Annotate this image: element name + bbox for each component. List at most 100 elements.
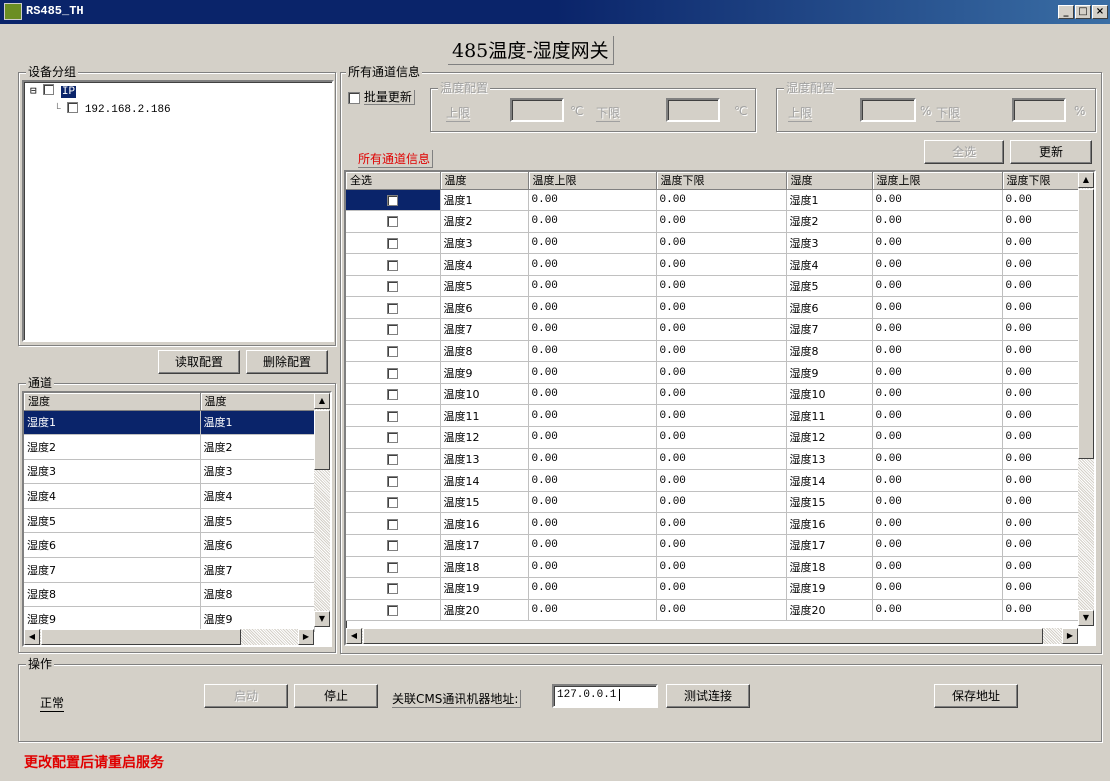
list-item[interactable]: 湿度6 温度6 <box>24 532 315 559</box>
humid-lower-cell[interactable]: 0.00 <box>1002 253 1079 276</box>
temp-upper-cell[interactable]: 0.00 <box>528 210 657 233</box>
col-header-humid[interactable]: 湿度 <box>786 172 873 190</box>
row-checkbox[interactable] <box>387 389 399 401</box>
temp-upper-cell[interactable]: 0.00 <box>528 534 657 557</box>
humid-name-cell[interactable]: 湿度5 <box>786 275 873 298</box>
row-checkbox[interactable] <box>387 475 399 487</box>
humid-upper-cell[interactable]: 0.00 <box>872 210 1003 233</box>
humid-upper-cell[interactable]: 0.00 <box>872 599 1003 622</box>
humid-name-cell[interactable]: 湿度4 <box>786 253 873 276</box>
temp-upper-cell[interactable]: 0.00 <box>528 448 657 471</box>
list-item[interactable]: 湿度4 温度4 <box>24 483 315 509</box>
cms-address-input[interactable]: 127.0.0.1 <box>552 684 658 708</box>
table-row[interactable]: 温度10 0.00 0.00 湿度10 0.00 0.00 <box>346 383 1079 406</box>
humid-lower-cell[interactable]: 0.00 <box>1002 318 1079 341</box>
humid-upper-cell[interactable]: 0.00 <box>872 577 1003 600</box>
row-select-cell[interactable] <box>346 512 441 535</box>
temp-upper-input[interactable] <box>510 98 564 122</box>
channel-humidity-cell[interactable]: 湿度3 <box>24 459 201 485</box>
humid-upper-cell[interactable]: 0.00 <box>872 512 1003 535</box>
humid-lower-cell[interactable]: 0.00 <box>1002 577 1079 600</box>
temp-upper-cell[interactable]: 0.00 <box>528 556 657 579</box>
humid-upper-cell[interactable]: 0.00 <box>872 275 1003 298</box>
table-row[interactable]: 温度9 0.00 0.00 湿度9 0.00 0.00 <box>346 361 1079 384</box>
humid-lower-cell[interactable]: 0.00 <box>1002 340 1079 363</box>
humid-lower-cell[interactable]: 0.00 <box>1002 599 1079 622</box>
scroll-left-icon[interactable]: ◀ <box>24 629 40 645</box>
temp-upper-cell[interactable]: 0.00 <box>528 383 657 406</box>
humid-name-cell[interactable]: 湿度18 <box>786 556 873 579</box>
row-select-cell[interactable] <box>346 426 441 449</box>
channel-temperature-cell[interactable]: 温度5 <box>200 508 315 534</box>
humid-upper-cell[interactable]: 0.00 <box>872 189 1003 212</box>
humid-name-cell[interactable]: 湿度6 <box>786 296 873 320</box>
temp-upper-cell[interactable]: 0.00 <box>528 275 657 298</box>
humid-name-cell[interactable]: 湿度15 <box>786 491 873 514</box>
start-button[interactable]: 启动 <box>204 684 288 708</box>
temp-lower-cell[interactable]: 0.00 <box>656 383 787 406</box>
humid-name-cell[interactable]: 湿度14 <box>786 469 873 492</box>
temp-lower-input[interactable] <box>666 98 720 122</box>
col-header-humid-lower[interactable]: 湿度下限 <box>1002 172 1079 190</box>
temp-name-cell[interactable]: 温度19 <box>440 577 529 600</box>
humid-name-cell[interactable]: 湿度12 <box>786 426 873 449</box>
save-address-button[interactable]: 保存地址 <box>934 684 1018 708</box>
table-row[interactable]: 温度18 0.00 0.00 湿度18 0.00 0.00 <box>346 556 1079 579</box>
channel-vscroll[interactable]: ▲ ▼ <box>314 393 330 627</box>
temp-upper-cell[interactable]: 0.00 <box>528 469 657 492</box>
humid-name-cell[interactable]: 湿度17 <box>786 534 873 557</box>
row-select-cell[interactable] <box>346 340 441 363</box>
row-checkbox[interactable] <box>387 540 399 552</box>
humid-lower-cell[interactable]: 0.00 <box>1002 448 1079 471</box>
temp-upper-cell[interactable]: 0.00 <box>528 232 657 255</box>
read-config-button[interactable]: 读取配置 <box>158 350 240 374</box>
row-checkbox[interactable] <box>387 324 399 336</box>
temp-name-cell[interactable]: 温度6 <box>440 296 529 320</box>
humid-name-cell[interactable]: 湿度8 <box>786 340 873 363</box>
temp-upper-cell[interactable]: 0.00 <box>528 512 657 535</box>
channel-header-temperature[interactable]: 温度 <box>200 393 315 411</box>
temp-lower-cell[interactable]: 0.00 <box>656 404 787 428</box>
channel-humidity-cell[interactable]: 湿度5 <box>24 508 201 534</box>
row-checkbox[interactable] <box>387 605 399 617</box>
row-select-cell[interactable] <box>346 210 441 233</box>
row-select-cell[interactable] <box>346 383 441 406</box>
humid-lower-cell[interactable]: 0.00 <box>1002 361 1079 384</box>
row-checkbox[interactable] <box>387 367 399 379</box>
table-row[interactable]: 温度20 0.00 0.00 湿度20 0.00 0.00 <box>346 599 1079 622</box>
humid-lower-input[interactable] <box>1012 98 1066 122</box>
row-checkbox[interactable] <box>387 281 399 293</box>
table-row[interactable]: 温度3 0.00 0.00 湿度3 0.00 0.00 <box>346 232 1079 255</box>
table-row[interactable]: 温度8 0.00 0.00 湿度8 0.00 0.00 <box>346 340 1079 363</box>
row-select-cell[interactable] <box>346 469 441 492</box>
row-checkbox[interactable] <box>387 259 399 271</box>
col-header-temp-lower[interactable]: 温度下限 <box>656 172 787 190</box>
humid-upper-cell[interactable]: 0.00 <box>872 361 1003 384</box>
table-row[interactable]: 温度17 0.00 0.00 湿度17 0.00 0.00 <box>346 534 1079 557</box>
row-select-cell[interactable] <box>346 599 441 622</box>
row-select-cell[interactable] <box>346 189 441 212</box>
row-checkbox[interactable] <box>387 345 399 357</box>
row-select-cell[interactable] <box>346 534 441 557</box>
scroll-right-icon[interactable]: ▶ <box>298 629 314 645</box>
temp-lower-cell[interactable]: 0.00 <box>656 599 787 622</box>
test-connection-button[interactable]: 测试连接 <box>666 684 750 708</box>
scroll-down-icon[interactable]: ▼ <box>1078 610 1094 626</box>
table-row[interactable]: 温度14 0.00 0.00 湿度14 0.00 0.00 <box>346 469 1079 492</box>
temp-lower-cell[interactable]: 0.00 <box>656 232 787 255</box>
table-row[interactable]: 温度2 0.00 0.00 湿度2 0.00 0.00 <box>346 210 1079 233</box>
row-select-cell[interactable] <box>346 253 441 276</box>
row-select-cell[interactable] <box>346 318 441 341</box>
channel-temperature-cell[interactable]: 温度4 <box>200 483 315 509</box>
temp-name-cell[interactable]: 温度4 <box>440 253 529 276</box>
list-item[interactable]: 湿度3 温度3 <box>24 459 315 485</box>
temp-lower-cell[interactable]: 0.00 <box>656 512 787 535</box>
row-select-cell[interactable] <box>346 232 441 255</box>
col-header-temp[interactable]: 温度 <box>440 172 529 190</box>
row-checkbox[interactable] <box>387 237 399 249</box>
tree-root-checkbox[interactable] <box>43 84 55 95</box>
temp-lower-cell[interactable]: 0.00 <box>656 491 787 514</box>
temp-upper-cell[interactable]: 0.00 <box>528 404 657 428</box>
batch-update-row[interactable]: 批量更新 <box>348 88 415 105</box>
channel-temperature-cell[interactable]: 温度2 <box>200 434 315 460</box>
